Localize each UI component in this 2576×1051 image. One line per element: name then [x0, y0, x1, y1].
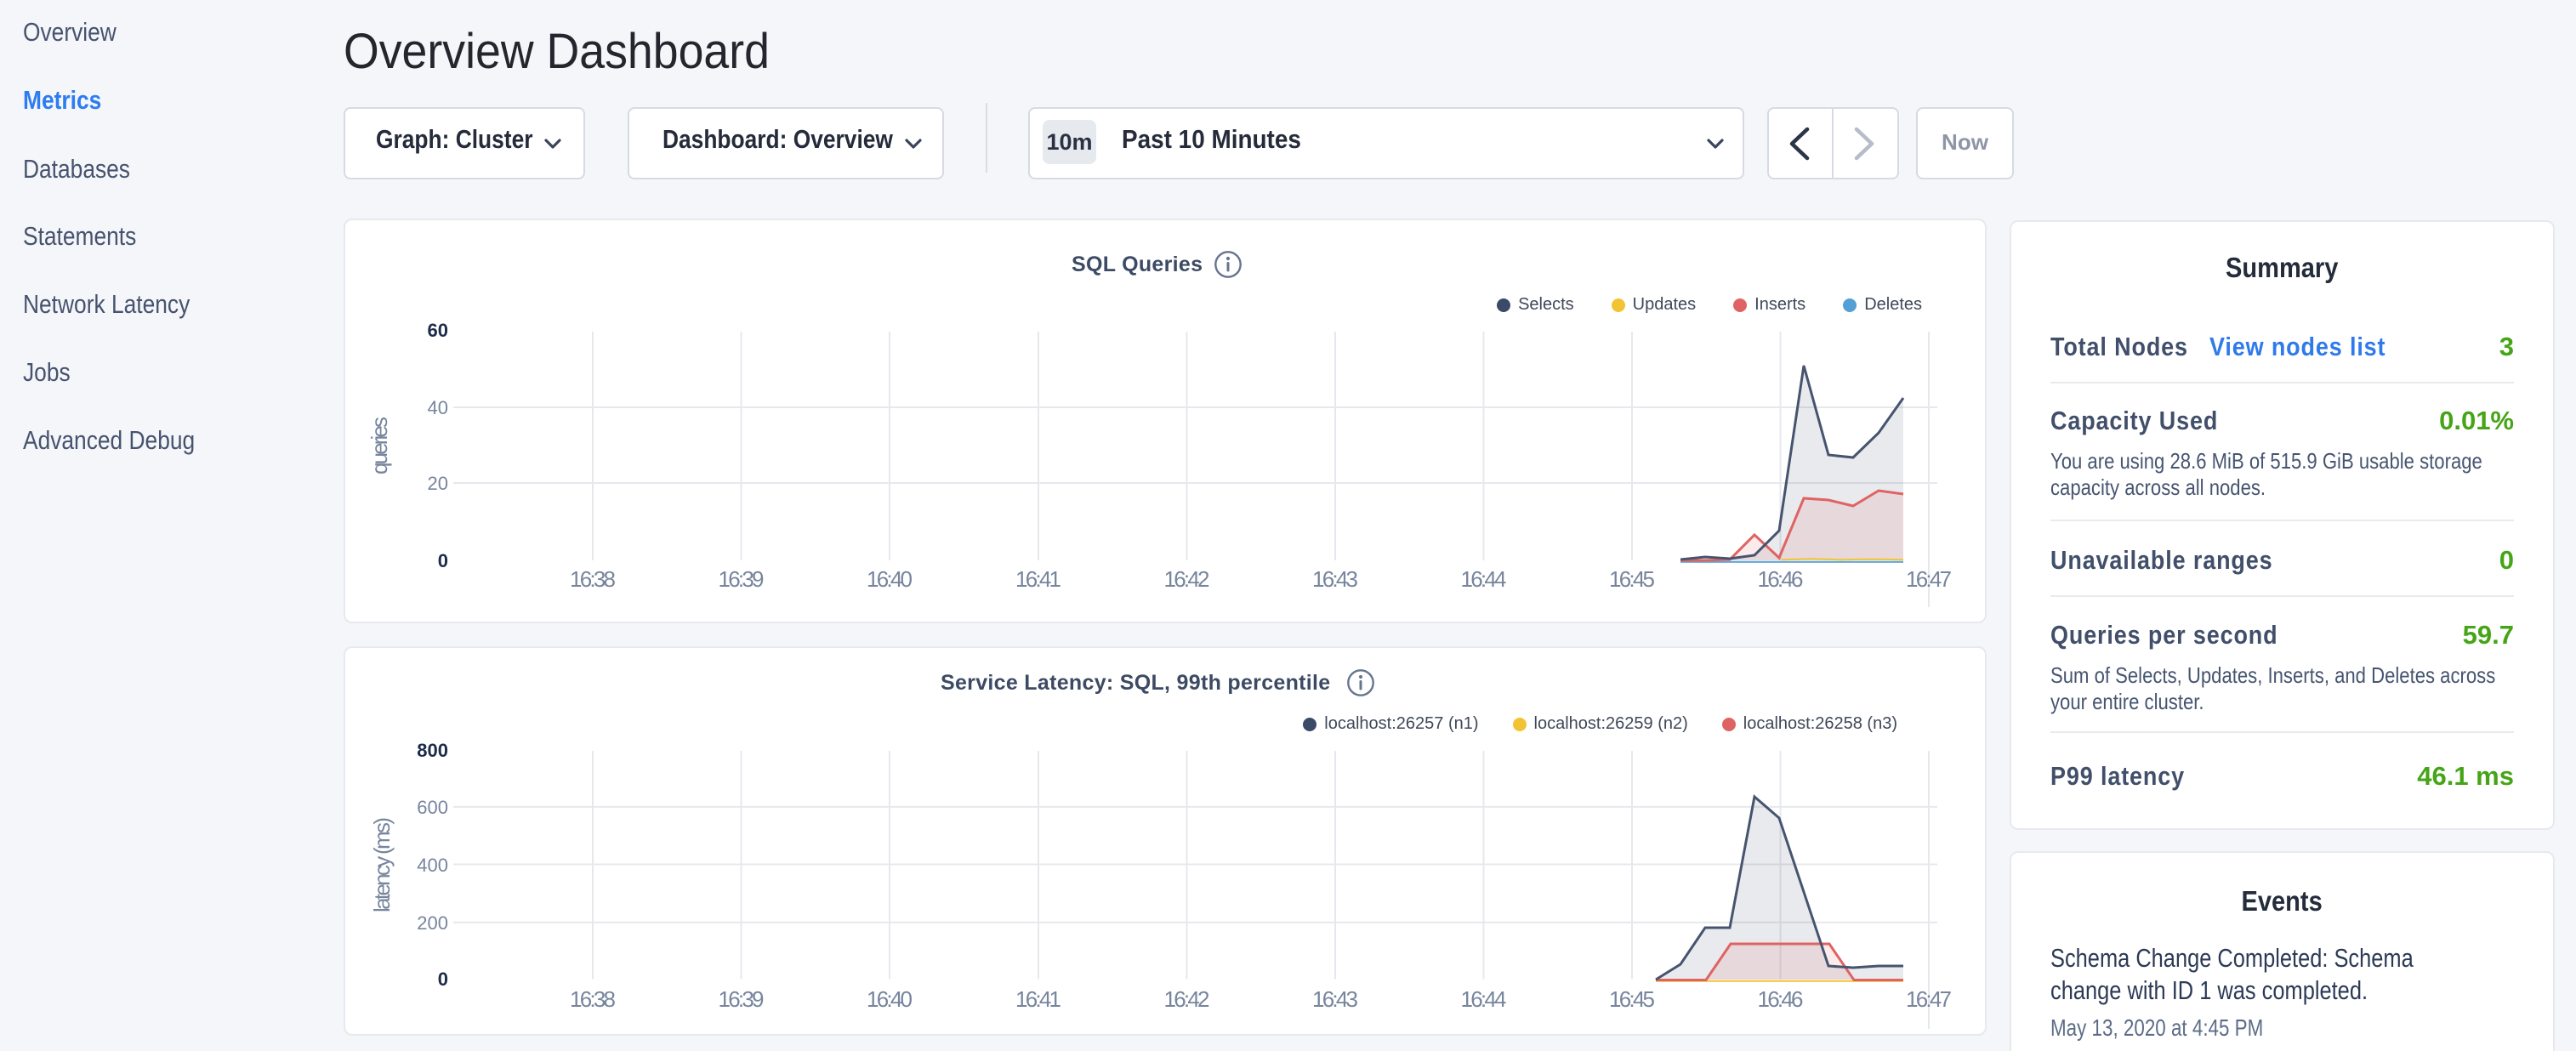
svg-text:20: 20: [428, 473, 448, 494]
svg-text:16:38: 16:38: [570, 986, 616, 1012]
svg-text:16:40: 16:40: [867, 986, 913, 1012]
svg-text:16:41: 16:41: [1015, 986, 1061, 1012]
svg-text:queries: queries: [367, 417, 392, 474]
svg-text:16:47: 16:47: [1906, 986, 1952, 1012]
svg-text:16:44: 16:44: [1461, 566, 1507, 592]
svg-text:600: 600: [417, 797, 448, 818]
svg-text:16:38: 16:38: [570, 566, 616, 592]
svg-text:16:44: 16:44: [1461, 986, 1507, 1012]
svg-text:16:43: 16:43: [1312, 566, 1358, 592]
svg-text:16:45: 16:45: [1609, 566, 1655, 592]
svg-text:800: 800: [417, 740, 448, 761]
svg-text:latency (ms): latency (ms): [369, 817, 395, 912]
svg-text:16:45: 16:45: [1609, 986, 1655, 1012]
svg-text:40: 40: [428, 397, 448, 418]
svg-text:16:42: 16:42: [1164, 566, 1210, 592]
svg-text:200: 200: [417, 912, 448, 934]
svg-text:16:47: 16:47: [1906, 566, 1952, 592]
svg-text:16:46: 16:46: [1758, 566, 1804, 592]
svg-text:16:42: 16:42: [1164, 986, 1210, 1012]
svg-text:16:43: 16:43: [1312, 986, 1358, 1012]
svg-text:60: 60: [428, 320, 448, 341]
svg-text:0: 0: [438, 550, 448, 571]
svg-text:400: 400: [417, 855, 448, 876]
svg-text:16:40: 16:40: [867, 566, 913, 592]
svg-text:16:39: 16:39: [719, 986, 765, 1012]
svg-text:16:39: 16:39: [719, 566, 765, 592]
svg-text:16:41: 16:41: [1015, 566, 1061, 592]
svg-text:16:46: 16:46: [1758, 986, 1804, 1012]
svg-text:0: 0: [438, 969, 448, 990]
